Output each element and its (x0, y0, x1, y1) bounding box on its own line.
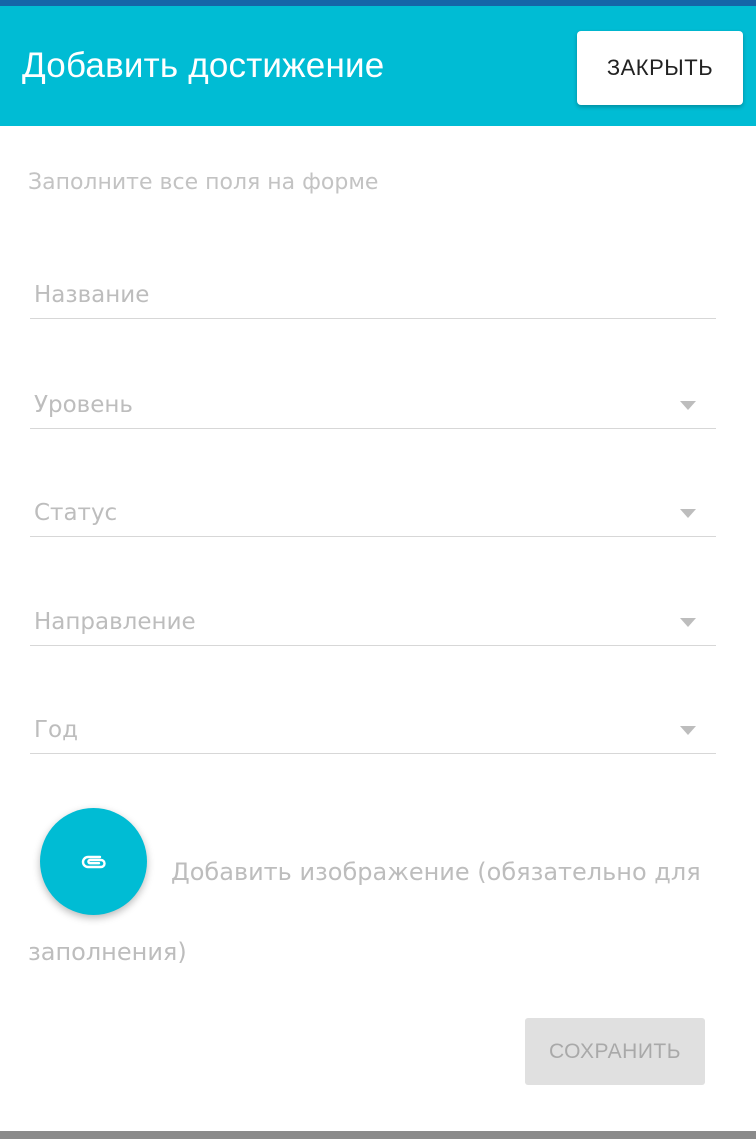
paperclip-icon (81, 855, 106, 868)
bottom-edge-strip (0, 1131, 756, 1139)
direction-select[interactable]: Направление (30, 586, 716, 646)
status-select-label: Статус (34, 500, 118, 526)
chevron-down-icon (680, 618, 696, 627)
year-select[interactable]: Год (30, 694, 716, 754)
name-field-label: Название (34, 282, 150, 308)
name-field[interactable]: Название (30, 259, 716, 319)
dialog-header: Добавить достижение ЗАКРЫТЬ (0, 6, 756, 126)
status-select[interactable]: Статус (30, 477, 716, 537)
form-hint: Заполните все поля на форме (28, 170, 379, 195)
year-select-label: Год (34, 717, 79, 743)
chevron-down-icon (680, 726, 696, 735)
direction-select-label: Направление (34, 609, 196, 635)
close-button[interactable]: ЗАКРЫТЬ (577, 31, 743, 105)
level-select-label: Уровень (34, 392, 133, 418)
chevron-down-icon (680, 509, 696, 518)
chevron-down-icon (680, 401, 696, 410)
level-select[interactable]: Уровень (30, 369, 716, 429)
save-button[interactable]: СОХРАНИТЬ (525, 1018, 705, 1085)
dialog-title: Добавить достижение (22, 46, 385, 85)
attach-image-button[interactable] (40, 808, 147, 915)
